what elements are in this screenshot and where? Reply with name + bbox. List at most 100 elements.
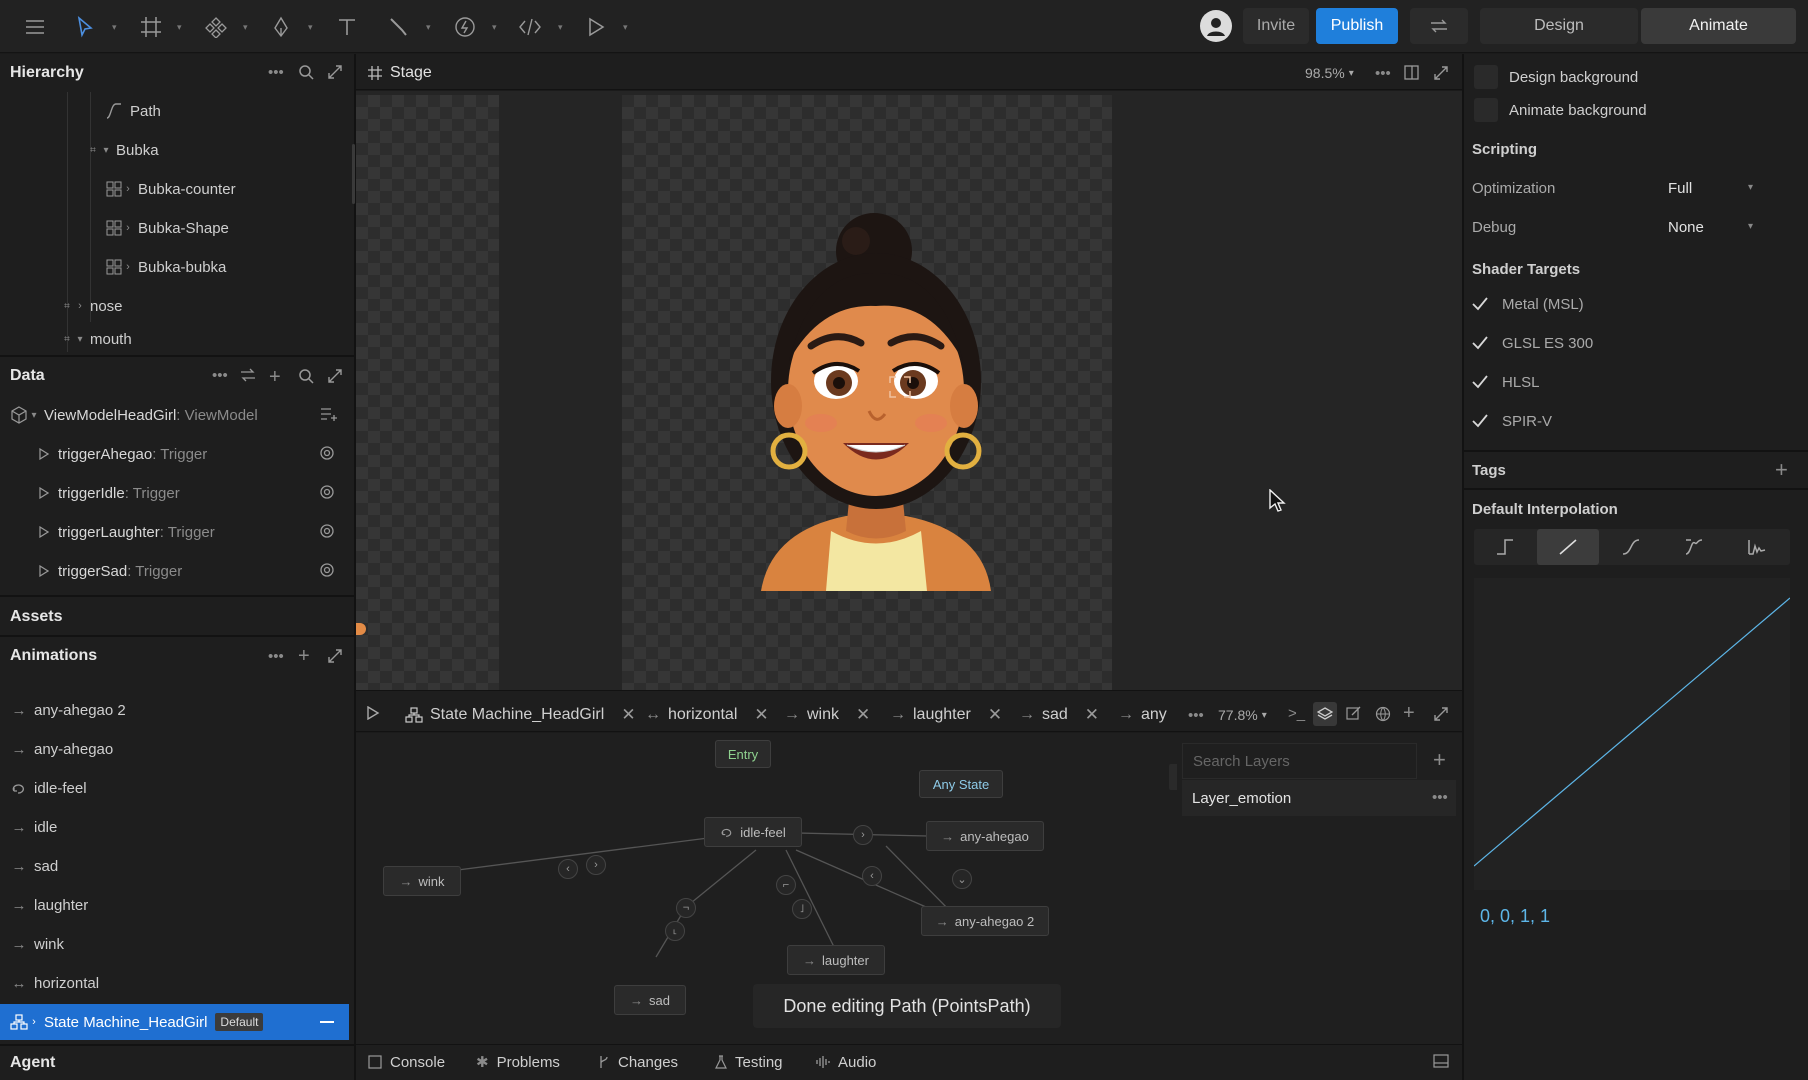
artboard-tool-icon[interactable]	[137, 13, 165, 41]
text-tool-icon[interactable]	[333, 13, 361, 41]
node-any-ahegao-2[interactable]: → any-ahegao 2	[921, 906, 1049, 936]
stage-canvas[interactable]	[356, 91, 1462, 690]
transition-handle[interactable]: ⌐	[776, 875, 796, 895]
chevron-down-icon[interactable]: ▾	[558, 22, 566, 32]
code-tool-icon[interactable]	[516, 13, 544, 41]
add-icon[interactable]: +	[1403, 702, 1415, 725]
bind-icon[interactable]	[319, 523, 335, 539]
problems-tab[interactable]: ✱ Problems	[476, 1044, 560, 1080]
agent-title[interactable]: Agent	[0, 1045, 354, 1080]
assets-title[interactable]: Assets	[0, 599, 354, 635]
changes-tab[interactable]: Changes	[598, 1044, 678, 1080]
node-wink[interactable]: → wink	[383, 866, 461, 896]
bounce-interp-button[interactable]	[1726, 529, 1788, 565]
node-any-ahegao[interactable]: → any-ahegao	[926, 821, 1044, 851]
animation-item[interactable]: → wink	[10, 926, 65, 962]
transition-handle[interactable]: ˪	[665, 921, 685, 941]
component-tool-icon[interactable]	[202, 13, 230, 41]
tab-any[interactable]: → any	[1118, 700, 1168, 730]
invite-button[interactable]: Invite	[1243, 8, 1309, 44]
hierarchy-item[interactable]: ⌗ › nose	[60, 288, 122, 324]
node-any-state[interactable]: Any State	[919, 770, 1003, 798]
chevron-right-icon[interactable]: ›	[122, 183, 134, 195]
layers-panel-tab[interactable]	[1169, 764, 1177, 790]
add-icon[interactable]: +	[269, 366, 281, 389]
state-machine-canvas[interactable]: Entry Any State idle-feel → any-ahegao →…	[356, 733, 1462, 1044]
close-icon[interactable]: ✕	[621, 705, 635, 725]
elastic-interp-button[interactable]	[1663, 529, 1725, 565]
add-property-icon[interactable]	[320, 406, 338, 422]
animate-mode-tab[interactable]: Animate	[1641, 8, 1796, 44]
optimization-select[interactable]: Full ▾	[1668, 170, 1754, 206]
node-entry[interactable]: Entry	[715, 740, 771, 768]
stage-zoom[interactable]: 98.5% ▾	[1305, 55, 1354, 91]
animation-item-selected[interactable]: › State Machine_HeadGirl Default	[0, 1004, 349, 1040]
more-icon[interactable]: •••	[212, 367, 228, 384]
animation-item[interactable]: → any-ahegao	[10, 731, 114, 767]
animation-item[interactable]: → laughter	[10, 887, 89, 923]
node-laughter[interactable]: → laughter	[787, 945, 885, 975]
transition-handle[interactable]: ⌄	[952, 869, 972, 889]
reorder-icon[interactable]	[240, 368, 256, 382]
chevron-down-icon[interactable]: ▾	[492, 22, 500, 32]
bind-icon[interactable]	[319, 484, 335, 500]
scrollbar[interactable]	[352, 144, 355, 204]
play-icon[interactable]	[366, 706, 380, 720]
tab-wink[interactable]: → wink ✕	[784, 700, 870, 730]
property-row[interactable]: triggerIdle : Trigger	[38, 475, 338, 511]
chevron-down-icon[interactable]: ▾	[28, 410, 40, 421]
node-sad[interactable]: → sad	[614, 985, 686, 1015]
chevron-right-icon[interactable]: ›	[122, 222, 134, 234]
character-illustration[interactable]	[751, 211, 1001, 601]
play-tool-icon[interactable]	[582, 13, 610, 41]
close-icon[interactable]: ✕	[1085, 705, 1099, 725]
tab-horizontal[interactable]: ↔ horizontal ✕	[645, 700, 769, 730]
more-icon[interactable]: •••	[268, 64, 284, 81]
hierarchy-item[interactable]: › Bubka-Shape	[106, 210, 229, 246]
chevron-down-icon[interactable]: ▾	[74, 334, 86, 345]
select-tool-icon[interactable]	[71, 13, 99, 41]
check-icon[interactable]	[1470, 411, 1490, 431]
transition-handle[interactable]: ¬	[676, 898, 696, 918]
panel-toggle-icon[interactable]	[1433, 1054, 1449, 1068]
expand-icon[interactable]	[327, 368, 343, 384]
hold-interp-button[interactable]	[1474, 529, 1536, 565]
close-icon[interactable]: ✕	[988, 705, 1002, 725]
more-icon[interactable]: •••	[268, 648, 284, 665]
chevron-right-icon[interactable]: ›	[122, 261, 134, 273]
search-icon[interactable]	[298, 368, 314, 384]
share-options-button[interactable]	[1410, 8, 1468, 44]
chevron-down-icon[interactable]: ▾	[426, 22, 434, 32]
hierarchy-item[interactable]: ⌗ ▾ mouth	[60, 327, 132, 351]
layers-icon[interactable]	[1313, 702, 1337, 726]
design-mode-tab[interactable]: Design	[1480, 8, 1638, 44]
animation-item[interactable]: → idle	[10, 809, 58, 845]
expand-icon[interactable]	[1433, 706, 1449, 722]
chevron-down-icon[interactable]: ▾	[308, 22, 316, 32]
globe-icon[interactable]	[1375, 706, 1391, 722]
transition-handle[interactable]: ‹	[862, 866, 882, 886]
hierarchy-item[interactable]: › Bubka-counter	[106, 171, 236, 207]
bone-tool-icon[interactable]	[385, 13, 413, 41]
check-icon[interactable]	[1470, 333, 1490, 353]
close-icon[interactable]: ✕	[856, 705, 870, 725]
debug-select[interactable]: None ▾	[1668, 209, 1754, 245]
chevron-down-icon[interactable]: ▾	[623, 22, 631, 32]
chevron-down-icon[interactable]: ▾	[177, 22, 185, 32]
linear-interp-button[interactable]	[1537, 529, 1599, 565]
expand-icon[interactable]	[1433, 65, 1449, 81]
split-view-icon[interactable]	[1404, 65, 1419, 80]
add-icon[interactable]: +	[298, 645, 310, 668]
add-tag-icon[interactable]: +	[1775, 457, 1788, 483]
constraint-tool-icon[interactable]	[451, 13, 479, 41]
chevron-down-icon[interactable]: ▾	[243, 22, 251, 32]
expand-icon[interactable]	[327, 64, 343, 80]
design-background-swatch[interactable]	[1474, 65, 1498, 89]
search-icon[interactable]	[298, 64, 314, 80]
prompt-icon[interactable]: >_	[1288, 705, 1305, 722]
close-icon[interactable]: ✕	[754, 705, 768, 725]
chevron-down-icon[interactable]: ▾	[100, 145, 112, 156]
check-icon[interactable]	[1470, 294, 1490, 314]
curve-graph[interactable]	[1474, 578, 1790, 890]
hierarchy-item[interactable]: › Bubka-bubka	[106, 249, 226, 285]
